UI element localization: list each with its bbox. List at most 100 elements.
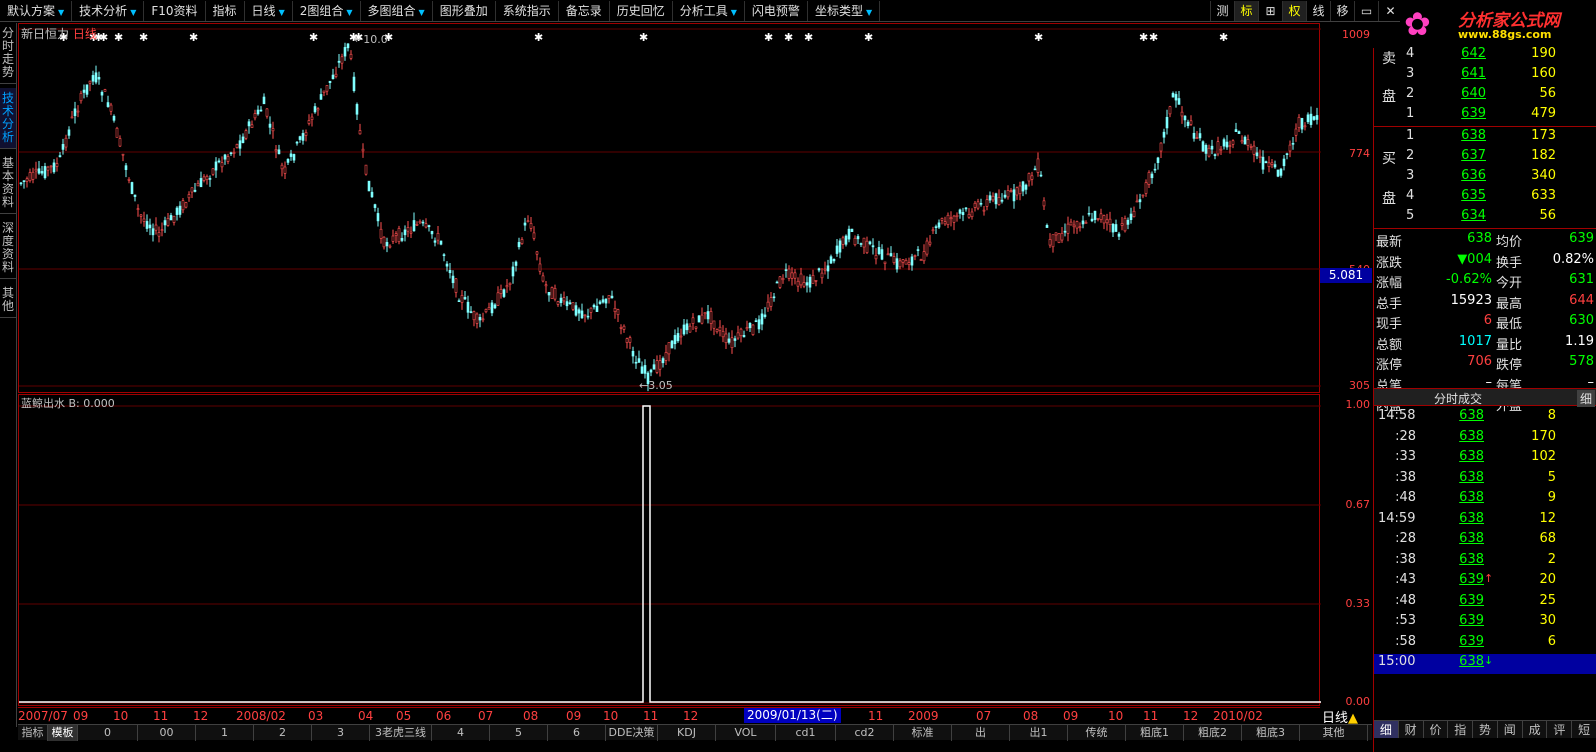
- candle-body: [928, 241, 932, 245]
- trade-row[interactable]: 15:00 638 ↓: [1374, 654, 1596, 674]
- toolbar-right-button-0[interactable]: 测: [1210, 1, 1234, 21]
- indicator-tab-23[interactable]: 其他: [1300, 725, 1368, 741]
- toolbar-item-5[interactable]: 2图组合: [293, 0, 361, 21]
- trade-row[interactable]: :28 638 170: [1374, 429, 1596, 449]
- indicator-tab-1[interactable]: 模板: [48, 725, 78, 741]
- right-tab-2[interactable]: 价: [1424, 721, 1449, 738]
- indicator-tab-6[interactable]: 3: [312, 725, 370, 741]
- buy-order-row[interactable]: 3 636 340: [1374, 168, 1596, 188]
- right-tab-3[interactable]: 指: [1448, 721, 1474, 738]
- candle-body: [316, 108, 320, 111]
- toolbar-right-button-1[interactable]: 标: [1234, 1, 1258, 21]
- toolbar-item-8[interactable]: 系统指示: [496, 0, 559, 21]
- toolbar-item-11[interactable]: 分析工具: [673, 0, 745, 21]
- time-axis-label: 11: [1143, 709, 1159, 723]
- toolbar-right-button-4[interactable]: 线: [1306, 1, 1330, 21]
- trade-row[interactable]: :43 639 ↑ 20: [1374, 572, 1596, 592]
- indicator-tab-5[interactable]: 2: [254, 725, 312, 741]
- indicator-tab-19[interactable]: 传统: [1068, 725, 1126, 741]
- right-tab-1[interactable]: 财: [1399, 721, 1424, 738]
- toolbar-right-button-2[interactable]: ⊞: [1258, 1, 1282, 21]
- indicator-tab-2[interactable]: 0: [78, 725, 138, 741]
- buy-order-row[interactable]: 4 635 633: [1374, 188, 1596, 208]
- left-tab-3[interactable]: 深度资料: [0, 218, 16, 279]
- buy-order-row[interactable]: 2 637 182: [1374, 148, 1596, 168]
- right-tab-5[interactable]: 闻: [1498, 721, 1523, 738]
- indicator-tab-4[interactable]: 1: [196, 725, 254, 741]
- toolbar-item-0[interactable]: 默认方案: [0, 0, 73, 21]
- indicator-tab-3[interactable]: 00: [138, 725, 196, 741]
- candle-body: [913, 255, 917, 257]
- toolbar-right-button-6[interactable]: ▭: [1354, 1, 1378, 21]
- indicator-tab-18[interactable]: 出1: [1010, 725, 1068, 741]
- indicator-tab-0[interactable]: 指标: [18, 725, 48, 741]
- left-tab-4[interactable]: 其他: [0, 283, 16, 318]
- candle-body: [784, 269, 788, 271]
- toolbar-item-9[interactable]: 备忘录: [559, 0, 610, 21]
- right-tab-4[interactable]: 势: [1473, 721, 1498, 738]
- left-tab-2[interactable]: 基本资料: [0, 153, 16, 214]
- indicator-tab-15[interactable]: cd2: [836, 725, 894, 741]
- left-tab-1[interactable]: 技术分析: [0, 88, 16, 149]
- sell-order-row[interactable]: 1 639 479: [1374, 106, 1596, 126]
- indicator-tab-8[interactable]: 4: [432, 725, 490, 741]
- indicator-tab-20[interactable]: 粗底1: [1126, 725, 1184, 741]
- indicator-tab-10[interactable]: 6: [548, 725, 606, 741]
- trade-row[interactable]: 14:59 638 12: [1374, 511, 1596, 531]
- toolbar-right-button-3[interactable]: 权: [1282, 1, 1306, 21]
- sell-order-row[interactable]: 4 642 190: [1374, 46, 1596, 66]
- right-tab-8[interactable]: 短: [1572, 721, 1596, 738]
- toolbar-item-1[interactable]: 技术分析: [72, 0, 145, 21]
- toolbar-item-7[interactable]: 图形叠加: [433, 0, 496, 21]
- indicator-pane[interactable]: 蓝鲸出水 B: 0.000: [18, 394, 1321, 706]
- buy-order-row[interactable]: 5 634 56: [1374, 208, 1596, 228]
- candle-body: [658, 360, 662, 370]
- toolbar-item-2[interactable]: F10资料: [144, 0, 206, 21]
- toolbar-right-button-7[interactable]: ✕: [1378, 1, 1402, 21]
- toolbar-item-3[interactable]: 指标: [206, 0, 245, 21]
- detail-button[interactable]: 细: [1576, 390, 1595, 407]
- toolbar-item-10[interactable]: 历史回忆: [610, 0, 673, 21]
- trade-row[interactable]: :48 639 25: [1374, 593, 1596, 613]
- indicator-tab-16[interactable]: 标准: [894, 725, 952, 741]
- candle-body: [34, 168, 38, 172]
- right-tab-7[interactable]: 评: [1547, 721, 1573, 738]
- indicator-tab-14[interactable]: cd1: [776, 725, 836, 741]
- indicator-tab-11[interactable]: DDE决策: [606, 725, 658, 741]
- toolbar-item-12[interactable]: 闪电预警: [745, 0, 808, 21]
- candle-body: [757, 319, 761, 330]
- toolbar-item-13[interactable]: 坐标类型: [808, 0, 881, 21]
- candle-body: [649, 369, 653, 373]
- trade-row[interactable]: 14:58 638 8: [1374, 408, 1596, 428]
- candle-body: [673, 335, 677, 345]
- toolbar-item-4[interactable]: 日线: [245, 0, 293, 21]
- right-tab-6[interactable]: 成: [1523, 721, 1548, 738]
- candle-body: [1189, 120, 1193, 125]
- candle-body: [271, 128, 275, 132]
- time-axis-label: 11: [643, 709, 659, 723]
- indicator-tab-12[interactable]: KDJ: [658, 725, 716, 741]
- right-tab-0[interactable]: 细: [1374, 721, 1399, 738]
- stat-row: 涨幅 -0.62% 今开 631: [1374, 272, 1596, 292]
- trade-row[interactable]: :33 638 102: [1374, 449, 1596, 469]
- indicator-tab-13[interactable]: VOL: [716, 725, 776, 741]
- sell-order-row[interactable]: 2 640 56: [1374, 86, 1596, 106]
- indicator-tab-22[interactable]: 粗底3: [1242, 725, 1300, 741]
- indicator-tab-17[interactable]: 出: [952, 725, 1010, 741]
- trade-row[interactable]: :48 638 9: [1374, 490, 1596, 510]
- indicator-tab-7[interactable]: 3老虎三线: [370, 725, 432, 741]
- price-chart-pane[interactable]: ✱ ✱ ✱ ✱ ✱ ✱ ✱ ✱ ✱ ✱ ✱ ✱ ✱ ✱ ✱ ✱ ✱ ✱ ✱ ✱ ✱ ←10.0 ←3.05 新日恒力 日线: [18, 23, 1321, 393]
- trade-row[interactable]: :38 638 2: [1374, 552, 1596, 572]
- indicator-tab-9[interactable]: 5: [490, 725, 548, 741]
- sell-order-row[interactable]: 3 641 160: [1374, 66, 1596, 86]
- buy-order-row[interactable]: 1 638 173: [1374, 128, 1596, 148]
- toolbar-item-6[interactable]: 多图组合: [361, 0, 433, 21]
- trade-row[interactable]: :58 639 6: [1374, 634, 1596, 654]
- toolbar-right-button-5[interactable]: 移: [1330, 1, 1354, 21]
- trade-row[interactable]: :53 639 30: [1374, 613, 1596, 633]
- left-tab-0[interactable]: 分时走势: [0, 23, 16, 84]
- trade-row[interactable]: :38 638 5: [1374, 470, 1596, 490]
- trade-row[interactable]: :28 638 68: [1374, 531, 1596, 551]
- candle-body: [853, 237, 857, 246]
- indicator-tab-21[interactable]: 粗底2: [1184, 725, 1242, 741]
